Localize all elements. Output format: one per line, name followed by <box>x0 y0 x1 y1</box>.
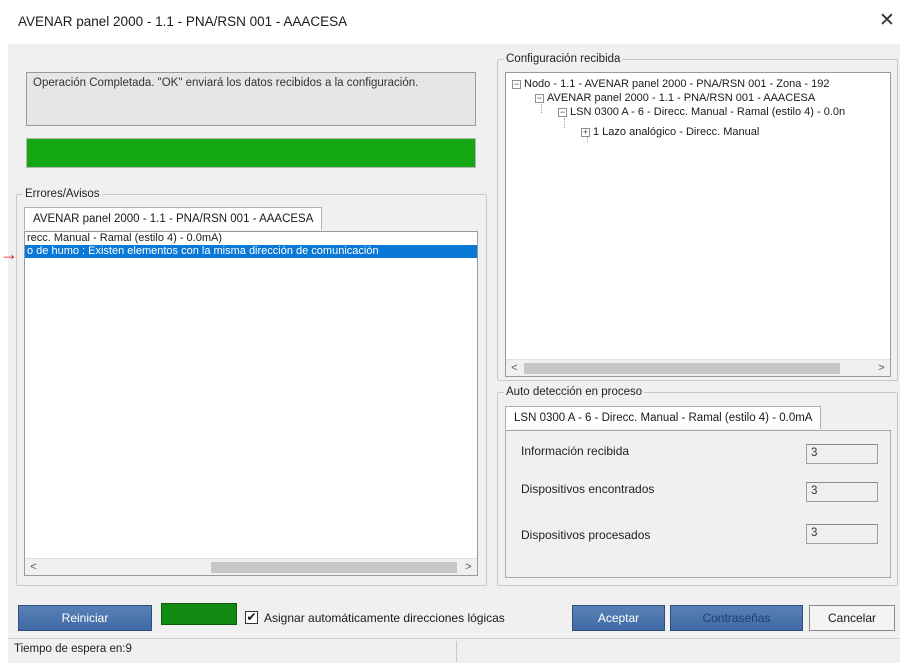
progress-bar <box>26 138 476 168</box>
progress-bar-fill <box>27 139 475 167</box>
config-tree-hscrollbar[interactable]: < > <box>506 359 890 376</box>
auto-assign-label[interactable]: Asignar automáticamente direcciones lógi… <box>264 611 505 625</box>
scroll-thumb[interactable] <box>211 562 457 573</box>
window-title: AVENAR panel 2000 - 1.1 - PNA/RSN 001 - … <box>18 14 348 29</box>
devices-processed-field: 3 <box>806 524 878 544</box>
tree-node-label: LSN 0300 A - 6 - Direcc. Manual - Ramal … <box>570 106 846 118</box>
status-bar: Tiempo de espera en:9 <box>8 638 900 663</box>
devices-found-field: 3 <box>806 482 878 502</box>
tree-node[interactable]: − LSN 0300 A - 6 - Direcc. Manual - Ramal… <box>558 105 845 119</box>
accept-button[interactable]: Aceptar <box>572 605 665 631</box>
restart-button[interactable]: Reiniciar <box>18 605 152 631</box>
tree-node[interactable]: +1 Lazo analógico - Direcc. Manual <box>581 125 759 139</box>
auto-assign-checkbox[interactable]: ✔ <box>245 611 258 624</box>
scroll-thumb[interactable] <box>524 363 840 374</box>
collapse-icon[interactable]: − <box>558 107 567 117</box>
passwords-button[interactable]: Contraseñas <box>670 605 803 631</box>
error-row[interactable]: o de humo : Existen elementos con la mis… <box>25 245 477 258</box>
scroll-right-icon[interactable]: > <box>460 559 477 575</box>
timeout-status-text: Tiempo de espera en:9 <box>14 643 132 655</box>
tab-autodetect-device[interactable]: LSN 0300 A - 6 - Direcc. Manual - Ramal … <box>505 406 822 429</box>
scroll-left-icon[interactable]: < <box>25 559 42 575</box>
info-received-label: Información recibida <box>521 444 630 458</box>
tree-node[interactable]: − AVENAR panel 2000 - 1.1 - PNA/RSN 001 -… <box>535 91 815 105</box>
tree-node-label: Nodo - 1.1 - AVENAR panel 2000 - PNA/RSN… <box>524 78 830 90</box>
scroll-left-icon[interactable]: < <box>506 360 523 376</box>
devices-processed-label: Dispositivos procesados <box>521 528 651 542</box>
config-group-legend: Configuración recibida <box>506 53 621 65</box>
config-tree[interactable]: − Nodo - 1.1 - AVENAR panel 2000 - PNA/RS… <box>505 72 891 377</box>
collapse-icon[interactable]: − <box>512 79 521 89</box>
close-icon[interactable]: ✕ <box>876 10 898 32</box>
autodetect-group-legend: Auto detección en proceso <box>506 386 643 398</box>
error-row[interactable]: recc. Manual - Ramal (estilo 4) - 0.0mA) <box>25 232 477 245</box>
status-indicator <box>161 603 237 625</box>
tree-node[interactable]: − Nodo - 1.1 - AVENAR panel 2000 - PNA/RS… <box>512 77 830 91</box>
status-bar-separator <box>456 641 457 662</box>
devices-found-label: Dispositivos encontrados <box>521 482 655 496</box>
collapse-icon[interactable]: − <box>535 93 544 103</box>
errors-list-hscrollbar[interactable]: < > <box>25 558 477 575</box>
cancel-button[interactable]: Cancelar <box>809 605 895 631</box>
annotation-arrow-icon: → <box>0 244 18 264</box>
errors-list[interactable]: recc. Manual - Ramal (estilo 4) - 0.0mA)… <box>24 231 478 576</box>
tree-node-label: AVENAR panel 2000 - 1.1 - PNA/RSN 001 - … <box>547 92 816 104</box>
scroll-right-icon[interactable]: > <box>873 360 890 376</box>
tab-errors-panel[interactable]: AVENAR panel 2000 - 1.1 - PNA/RSN 001 - … <box>24 207 323 230</box>
info-received-field: 3 <box>806 444 878 464</box>
tree-node-label: 1 Lazo analógico - Direcc. Manual <box>593 126 760 138</box>
expand-icon[interactable]: + <box>581 127 590 137</box>
operation-status-message: Operación Completada. "OK" enviará los d… <box>26 72 476 126</box>
errors-group-legend: Errores/Avisos <box>25 188 100 200</box>
check-icon: ✔ <box>246 610 257 624</box>
